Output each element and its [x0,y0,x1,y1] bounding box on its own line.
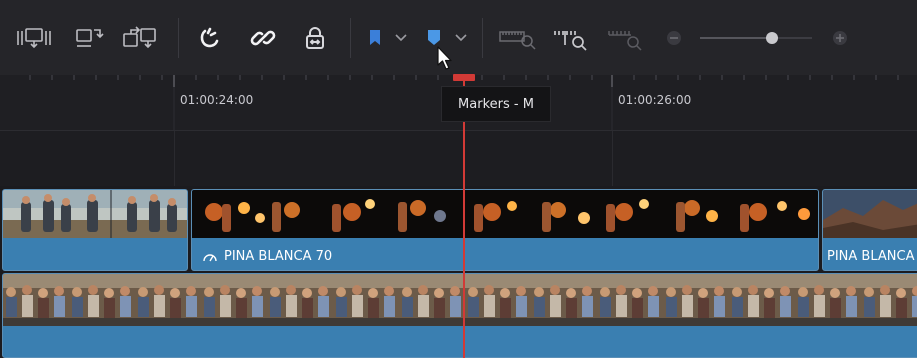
timeline-clip[interactable] [2,273,917,358]
timecode-label: 01:00:24:00 [180,93,254,107]
detail-zoom-icon[interactable] [550,22,592,54]
speed-change-icon [203,253,217,261]
custom-zoom-icon[interactable] [604,22,646,54]
timeline-panel: 01:00:24:00 01:00:26:00 PINA BLANCA 70 P… [0,0,917,358]
clip-label: PINA BLANCA 70 [202,249,332,264]
flag-dropdown-chevron-icon[interactable] [392,22,410,54]
replace-clip-icon[interactable] [120,22,160,54]
full-extent-zoom-icon[interactable] [496,22,538,54]
zoom-out-button[interactable] [664,22,684,54]
timeline-clip[interactable] [2,189,188,271]
flag-icon[interactable] [364,22,386,54]
playhead-handle[interactable] [453,74,475,81]
overwrite-clip-icon[interactable] [72,22,106,54]
zoom-slider[interactable] [700,30,812,46]
clip-thumbnails [3,190,187,238]
timecode-label: 01:00:26:00 [618,93,692,107]
clip-thumbnails [823,190,917,238]
toolbar-divider [482,18,483,58]
zoom-slider-knob[interactable] [766,32,778,44]
timeline-clip[interactable]: PINA BLANCA 70 [191,189,819,271]
markers-tooltip: Markers - M [441,86,551,122]
zoom-in-button[interactable] [830,22,850,54]
toolbar-divider [178,18,179,58]
timeline-clip[interactable]: PINA BLANCA [822,189,917,271]
clip-thumbnails [3,274,917,326]
insert-clip-icon[interactable] [14,22,54,54]
empty-track-area [0,131,917,186]
clip-label: PINA BLANCA [827,249,915,264]
clip-thumbnails [192,190,818,238]
timeline-toolbar [0,0,917,75]
mouse-cursor-icon [436,45,456,77]
link-icon[interactable] [248,22,278,54]
snapping-icon[interactable] [194,22,224,54]
zoom-slider-fill [700,37,772,39]
position-lock-icon[interactable] [300,22,330,54]
toolbar-divider [350,18,351,58]
